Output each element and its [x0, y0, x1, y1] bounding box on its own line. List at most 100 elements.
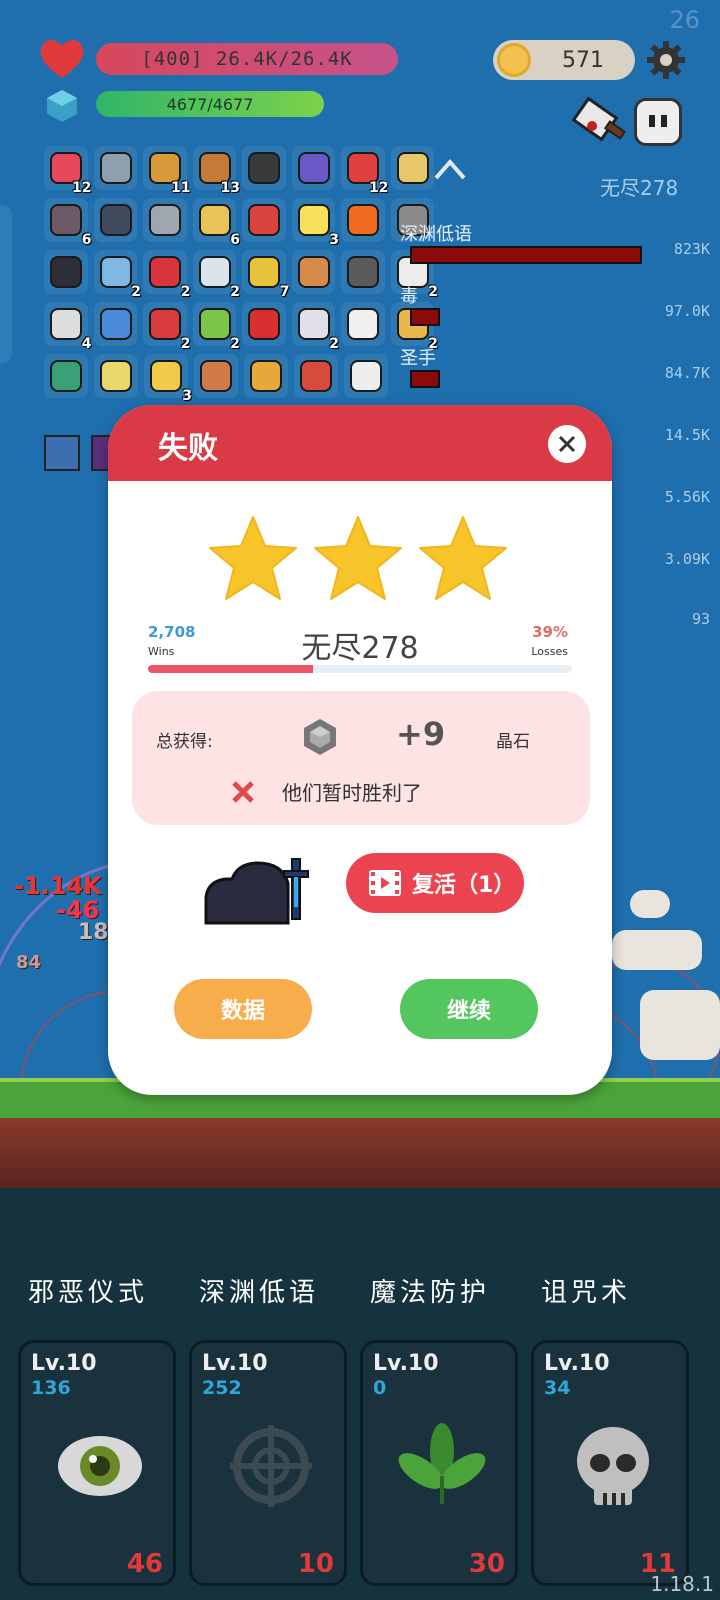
skill-card[interactable]: Lv.10 0 30: [360, 1340, 518, 1586]
skill-level: Lv.10: [373, 1351, 439, 1376]
item-count: 2: [230, 284, 240, 300]
win-loss-bar: [148, 665, 572, 673]
relic-slot[interactable]: [44, 435, 80, 471]
item-count: 3: [182, 388, 192, 404]
dialog-header: 失败: [108, 405, 612, 481]
damage-row: 圣手 84.7K: [400, 348, 710, 398]
settings-gear-icon[interactable]: [646, 40, 686, 80]
stats-button[interactable]: 数据: [174, 979, 312, 1039]
damage-value: 5.56K: [664, 488, 710, 506]
crown-icon[interactable]: [244, 354, 288, 398]
heat-icon[interactable]: [294, 354, 338, 398]
dice-icon[interactable]: [344, 354, 388, 398]
snowflake-icon[interactable]: [93, 302, 137, 346]
item-count: 12: [369, 180, 389, 196]
spike-ball-icon[interactable]: [143, 198, 187, 242]
skill-card[interactable]: Lv.10 136 46: [18, 1340, 176, 1586]
flower-icon[interactable]: 3: [291, 198, 339, 248]
item-count: 2: [180, 284, 191, 300]
shield-icon[interactable]: 13: [192, 146, 240, 196]
mp-bar: 4677/4677: [96, 91, 324, 117]
damage-value: 3.09K: [664, 550, 710, 568]
star-icon: [419, 516, 507, 600]
side-drawer-tab[interactable]: [0, 205, 12, 363]
item-row: 22272: [44, 250, 438, 300]
skill-card[interactable]: Lv.10 34 11: [531, 1340, 689, 1586]
defeat-dialog: 失败 2,708 Wins 无尽278 39% Losses 总获得: +9 晶…: [108, 405, 612, 1095]
damage-source-name: 深渊低语: [400, 224, 472, 245]
item-count: 12: [72, 180, 92, 196]
damage-number: 18: [78, 920, 109, 945]
version-label: 1.18.1: [650, 1572, 714, 1596]
skill-level: Lv.10: [31, 1351, 97, 1376]
cheese-icon[interactable]: 3: [144, 354, 192, 404]
skill-value: 252: [202, 1377, 242, 1399]
damage-row: 毒 97.0K: [400, 286, 710, 336]
shirt-icon[interactable]: 2: [192, 250, 240, 300]
envelope-icon[interactable]: 2: [291, 302, 339, 352]
strawberry-icon[interactable]: 2: [143, 250, 191, 300]
reward-panel: 总获得: +9 晶石 他们暂时胜利了: [132, 691, 590, 825]
skill-name: 邪恶仪式: [28, 1278, 149, 1308]
skill-value: 136: [31, 1377, 71, 1399]
potion-icon[interactable]: 2: [93, 250, 141, 300]
damage-source-name: 圣手: [400, 348, 436, 369]
revive-button[interactable]: 复活（1）: [346, 853, 524, 913]
damage-bar: [410, 370, 440, 388]
smoke-cloud: [612, 930, 702, 970]
bookmark-icon[interactable]: [242, 302, 286, 346]
skill-card[interactable]: Lv.10 252 10: [189, 1340, 347, 1586]
skull-book-icon[interactable]: [93, 198, 137, 242]
apple-icon[interactable]: 12: [341, 146, 389, 196]
item-count: 3: [329, 232, 339, 248]
wizard-hat-icon[interactable]: [291, 146, 335, 190]
watermelon-icon[interactable]: 12: [44, 146, 92, 196]
hood-icon[interactable]: [44, 250, 88, 294]
ground-dirt: [0, 1118, 720, 1188]
coconut-icon[interactable]: 4: [44, 302, 92, 352]
cleaver-buff-icon: [572, 96, 627, 142]
damage-value: 97.0K: [664, 302, 710, 320]
cauldron-icon[interactable]: [242, 146, 286, 190]
leaf-icon: [398, 1423, 486, 1504]
skill-cost: 46: [126, 1549, 163, 1579]
flame-icon[interactable]: [341, 198, 385, 242]
close-icon[interactable]: [548, 425, 586, 463]
scroll-icon[interactable]: [390, 146, 434, 190]
item-count: 2: [131, 284, 141, 300]
mushroom-icon[interactable]: [242, 198, 286, 242]
hand-icon[interactable]: [341, 250, 385, 294]
skill-name: 魔法防护: [370, 1278, 491, 1308]
pineapple-icon[interactable]: 7: [242, 250, 290, 300]
reward-label: 总获得:: [156, 732, 213, 752]
card-icon[interactable]: [291, 250, 335, 294]
losses-value: 39%: [532, 623, 568, 641]
damage-value: 93: [691, 610, 710, 628]
book-icon[interactable]: 11: [143, 146, 191, 196]
mortar-icon[interactable]: [93, 146, 137, 190]
damage-bar: [410, 246, 642, 264]
defeat-message: 他们暂时胜利了: [282, 781, 422, 805]
item-count: 6: [230, 232, 240, 248]
damage-source-name: 毒: [400, 286, 418, 307]
damage-row: 深渊低语 823K: [400, 224, 710, 274]
bow-icon[interactable]: [194, 354, 238, 398]
item-count: 11: [171, 180, 191, 196]
tombstone-icon[interactable]: 6: [44, 198, 92, 248]
eye-icon: [58, 1436, 142, 1496]
lime-icon[interactable]: 2: [192, 302, 240, 352]
chevron-up-icon[interactable]: [432, 156, 468, 182]
skill-name: 诅咒术: [541, 1278, 632, 1308]
smoke-cloud: [640, 990, 720, 1060]
checklist-icon[interactable]: [341, 302, 385, 346]
sock-icon[interactable]: 2: [143, 302, 191, 352]
hp-bar: [400] 26.4K/26.4K: [96, 43, 398, 75]
map-icon[interactable]: 6: [192, 198, 240, 248]
coin-counter[interactable]: 571: [493, 40, 635, 80]
continue-button[interactable]: 继续: [400, 979, 538, 1039]
item-count: 6: [81, 232, 92, 248]
feather-icon[interactable]: [44, 354, 88, 398]
item-count: 2: [329, 336, 339, 352]
paper-icon[interactable]: [94, 354, 138, 398]
skill-level: Lv.10: [544, 1351, 610, 1376]
